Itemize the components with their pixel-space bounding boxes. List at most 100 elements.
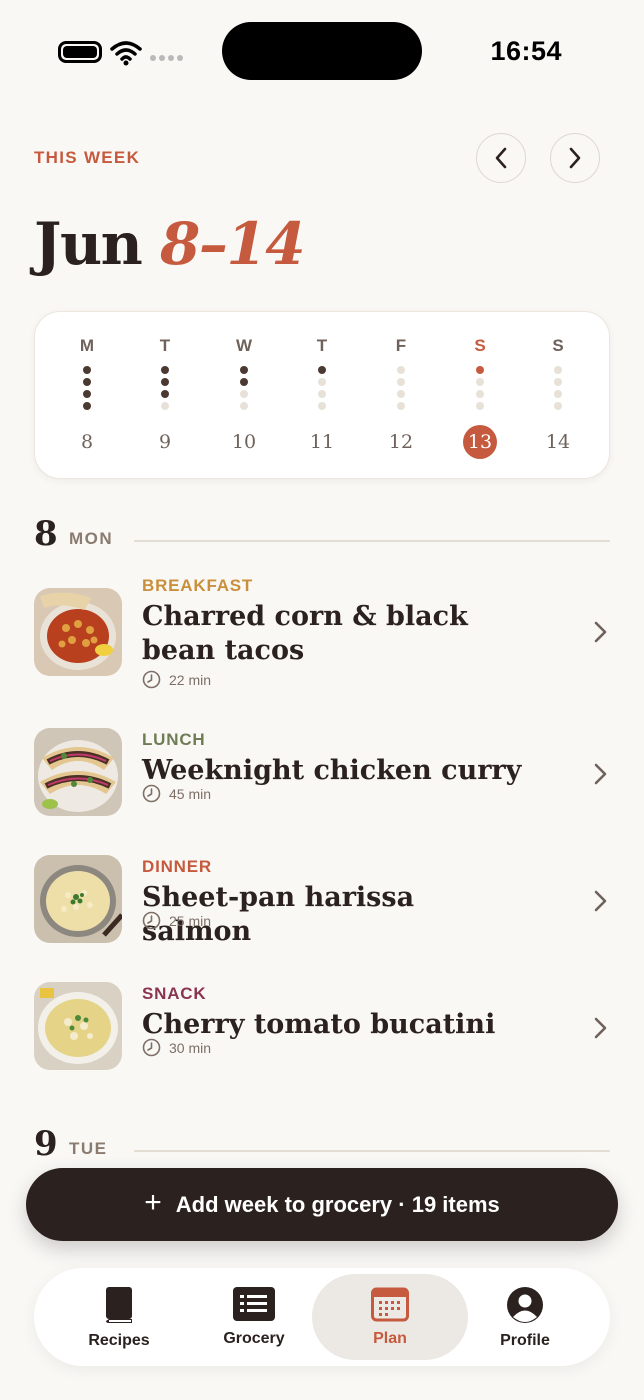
day-number: 13 <box>463 425 497 459</box>
week-strip: M 8 T 9 W 10 T 11 F 12 S 13 S 14 <box>34 311 610 479</box>
meal-dot <box>476 366 484 374</box>
tab-bar: Recipes Grocery Plan Profile <box>34 1268 610 1366</box>
meal-name: Charred corn & black bean tacos <box>142 601 468 666</box>
day-number: 9 <box>158 431 172 453</box>
meal-dot <box>397 390 405 398</box>
tab-recipes[interactable]: Recipes <box>64 1268 174 1366</box>
day-number: 10 <box>231 431 257 453</box>
meal-dot <box>318 402 326 410</box>
cellular-signal-icon <box>150 55 183 61</box>
tab-label: Plan <box>373 1330 407 1347</box>
meal-time: 30 min <box>142 1038 211 1057</box>
meal-row[interactable]: BREAKFAST Charred corn & black bean tacos… <box>34 574 610 694</box>
meal-dot <box>161 402 169 410</box>
meal-dot <box>161 378 169 386</box>
meal-dot <box>83 390 91 398</box>
section-day-number: 9 <box>34 1124 58 1164</box>
meal-dot <box>83 366 91 374</box>
section-divider <box>134 540 610 542</box>
meal-dot <box>83 378 91 386</box>
week-day[interactable]: S 13 <box>450 312 510 480</box>
calendar-icon <box>371 1287 409 1322</box>
meal-image <box>34 982 122 1070</box>
meal-time: 22 min <box>142 670 211 689</box>
meal-dot <box>240 366 248 374</box>
book-icon <box>106 1287 132 1323</box>
meal-dot <box>240 390 248 398</box>
tab-label: Grocery <box>223 1330 285 1347</box>
meal-row[interactable]: SNACK Cherry tomato bucatini 30 min <box>34 982 610 1102</box>
tab-profile[interactable]: Profile <box>470 1268 580 1366</box>
day-number: 11 <box>309 431 335 453</box>
meal-dot <box>554 378 562 386</box>
day-letter: T <box>316 336 328 355</box>
recipe-thumbnail <box>34 982 122 1070</box>
meal-row[interactable]: DINNER Sheet-pan harissa salmon 25 min <box>34 855 610 975</box>
recipe-thumbnail <box>34 855 122 943</box>
day-letter: S <box>552 336 564 355</box>
week-day[interactable]: M8 <box>57 312 117 480</box>
chevron-right-icon <box>594 890 607 912</box>
tab-grocery[interactable]: Grocery <box>199 1268 309 1366</box>
previous-week-button[interactable] <box>476 133 526 183</box>
day-number: 8 <box>80 431 94 453</box>
meal-dot <box>397 366 405 374</box>
meal-dots <box>450 366 510 410</box>
add-week-to-grocery-button[interactable]: + Add week to grocery · 19 items <box>26 1168 618 1241</box>
meal-time-value: 22 min <box>169 671 212 688</box>
meal-dot <box>397 378 405 386</box>
section-day-name: TUE <box>69 1139 108 1158</box>
meal-row[interactable]: LUNCH Weeknight chicken curry 45 min <box>34 728 610 848</box>
meal-dot <box>476 378 484 386</box>
grocery-bar-label: Add week to grocery · 19 items <box>175 1191 500 1217</box>
plus-icon: + <box>144 1186 162 1219</box>
week-day[interactable]: F 12 <box>371 312 431 480</box>
meal-dot <box>554 390 562 398</box>
meal-dots <box>214 366 274 410</box>
meal-dot <box>240 402 248 410</box>
meal-dot <box>554 366 562 374</box>
meal-dot <box>161 390 169 398</box>
meal-time-value: 25 min <box>169 912 212 929</box>
next-week-button[interactable] <box>550 133 600 183</box>
week-day[interactable]: T9 <box>135 312 195 480</box>
chevron-left-icon <box>495 147 507 169</box>
meal-time-value: 30 min <box>169 1039 212 1056</box>
tab-plan[interactable]: Plan <box>312 1268 468 1366</box>
dynamic-island <box>222 22 422 80</box>
status-bar: 16:54 <box>0 0 644 100</box>
recipe-thumbnail <box>34 588 122 676</box>
meal-dot <box>318 390 326 398</box>
meal-type-label: DINNER <box>142 857 212 876</box>
meal-time: 45 min <box>142 784 211 803</box>
tab-label: Recipes <box>88 1332 150 1349</box>
clock-icon <box>142 784 161 803</box>
section-day-number: 8 <box>34 514 58 554</box>
day-letter: F <box>395 336 407 355</box>
day-letter: T <box>159 336 171 355</box>
meal-dot <box>240 378 248 386</box>
status-time: 16:54 <box>490 36 562 66</box>
meal-dot <box>318 378 326 386</box>
meal-dot <box>476 402 484 410</box>
meal-time: 25 min <box>142 911 211 930</box>
meal-dot <box>476 390 484 398</box>
chevron-right-icon <box>594 621 607 643</box>
meal-dot <box>397 402 405 410</box>
day-section-header: 8 MON <box>34 514 610 554</box>
recipe-thumbnail <box>34 728 122 816</box>
meal-dot <box>161 366 169 374</box>
chevron-right-icon <box>594 763 607 785</box>
chevron-right-icon <box>569 147 581 169</box>
tab-label: Profile <box>500 1332 550 1349</box>
week-day[interactable]: T 11 <box>292 312 352 480</box>
week-day[interactable]: W 10 <box>214 312 274 480</box>
meal-name: Weeknight chicken curry <box>142 755 522 786</box>
meal-dots <box>528 366 588 410</box>
title-month: Jun <box>34 210 143 278</box>
meal-type-label: BREAKFAST <box>142 576 254 595</box>
week-day[interactable]: S 14 <box>528 312 588 480</box>
person-icon <box>507 1287 543 1323</box>
meal-dot <box>318 366 326 374</box>
day-letter: W <box>235 336 253 355</box>
